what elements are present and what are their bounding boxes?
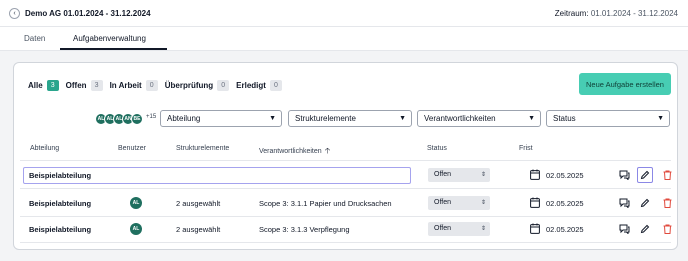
filter-count: 0 [269,80,282,91]
status-value: Offen [434,171,451,178]
abteilung-select[interactable]: Abteilung ▼ [160,110,282,127]
column-header-abteilung[interactable]: Abteilung [30,145,59,152]
filter-label: Erledigt [236,81,266,90]
filter-count: 3 [46,80,59,91]
select-label: Status [553,114,576,123]
filter-count: 3 [90,80,103,91]
chevron-down-icon: ▼ [399,115,406,122]
abteilung-cell: Beispielabteilung [29,225,92,234]
filter-offen[interactable]: Offen 3 [66,80,103,91]
verantwortlichkeiten-cell: Scope 3: 3.1.3 Verpflegung [259,225,350,234]
avatar: AL [130,223,142,235]
row-status-select[interactable]: Offen ⇕ [428,222,490,236]
table-row: Beispielabteilung AL 2 ausgewählt Scope … [20,190,671,217]
filter-ueberpruefung[interactable]: Überprüfung 0 [164,80,230,91]
chevron-left-icon: ‹ [13,10,16,17]
column-header-verantwortlichkeiten[interactable]: Verantwortlichkeiten 🡡 [259,145,330,159]
select-label: Abteilung [167,114,201,123]
due-date: 02.05.2025 [546,171,584,180]
abteilung-cell: Beispielabteilung [29,199,92,208]
delete-button[interactable] [659,167,675,183]
filter-count: 0 [145,80,158,91]
avatar-more-count: +15 [146,114,157,120]
comment-button[interactable] [616,221,632,237]
avatar: AL [130,197,142,209]
updown-icon: ⇕ [480,200,486,206]
select-label: Verantwortlichkeiten [424,114,496,123]
calendar-icon[interactable] [530,223,540,234]
column-header-benutzer[interactable]: Benutzer [118,145,146,152]
filter-label: Offen [65,81,87,90]
column-header-label: Verantwortlichkeiten [259,148,322,155]
select-label: Strukturelemente [295,114,356,123]
row-divider [20,188,671,189]
period-display: Zeitraum: 01.01.2024 - 31.12.2024 [555,9,678,18]
trash-icon [663,170,671,180]
column-header-frist[interactable]: Frist [519,145,533,152]
status-filter-bar: Alle 3 Offen 3 In Arbeit 0 Überprüfung 0… [28,80,282,91]
chevron-down-icon: ▼ [528,115,535,122]
pencil-icon [640,170,650,180]
column-header-strukturelemente[interactable]: Strukturelemente [176,145,229,152]
updown-icon: ⇕ [480,172,486,178]
calendar-icon[interactable] [530,169,540,180]
filter-label: Alle [28,81,43,90]
comment-icon [619,170,629,180]
status-select[interactable]: Status ▼ [546,110,670,127]
chevron-down-icon: ▼ [269,115,276,122]
top-bar: ‹ Demo AG 01.01.2024 - 31.12.2024 Zeitra… [0,0,688,27]
calendar-icon[interactable] [530,197,540,208]
period-value: 01.01.2024 - 31.12.2024 [590,9,678,18]
task-panel: Alle 3 Offen 3 In Arbeit 0 Überprüfung 0… [13,62,678,250]
row-status-select[interactable]: Offen ⇕ [428,196,490,210]
header-divider [20,160,671,161]
active-tab-indicator [60,48,167,50]
avatar: BE [131,113,143,125]
strukturelemente-cell[interactable]: 2 ausgewählt [176,199,220,208]
tab-bar: Daten Aufgabenverwaltung [0,27,688,51]
due-date: 02.05.2025 [546,225,584,234]
tab-daten[interactable]: Daten [24,34,45,43]
period-label: Zeitraum: [554,9,589,18]
comment-button[interactable] [616,167,632,183]
strukturelemente-select[interactable]: Strukturelemente ▼ [288,110,412,127]
back-button[interactable]: ‹ [9,8,20,19]
status-value: Offen [434,225,451,232]
column-header-status[interactable]: Status [427,145,447,152]
row-divider [20,242,671,243]
pencil-icon [640,198,650,208]
arrow-up-icon[interactable]: 🡡 [325,146,331,155]
row-status-select[interactable]: Offen ⇕ [428,168,490,182]
pencil-icon [640,224,650,234]
filter-alle[interactable]: Alle 3 [28,80,59,91]
table-row: Beispielabteilung Offen ⇕ 02.05.2025 [20,162,671,189]
due-date: 02.05.2025 [546,199,584,208]
filter-in-arbeit[interactable]: In Arbeit 0 [110,80,158,91]
tab-aufgabenverwaltung[interactable]: Aufgabenverwaltung [73,34,146,43]
trash-icon [663,198,671,208]
edit-button[interactable] [637,221,653,237]
new-task-button[interactable]: Neue Aufgabe erstellen [579,73,671,95]
delete-button[interactable] [659,195,675,211]
strukturelemente-cell[interactable]: 2 ausgewählt [176,225,220,234]
verantwortlichkeiten-cell: Scope 3: 3.1.1 Papier und Drucksachen [259,199,392,208]
verantwortlichkeiten-select[interactable]: Verantwortlichkeiten ▼ [417,110,541,127]
comment-icon [619,224,629,234]
filter-erledigt[interactable]: Erledigt 0 [236,80,282,91]
edit-button[interactable] [637,167,653,183]
chevron-down-icon: ▼ [657,115,664,122]
delete-button[interactable] [659,221,675,237]
status-value: Offen [434,199,451,206]
filter-count: 0 [217,80,230,91]
page-title: Demo AG 01.01.2024 - 31.12.2024 [25,9,151,18]
filter-label: In Arbeit [109,81,142,90]
edit-button[interactable] [637,195,653,211]
updown-icon: ⇕ [480,226,486,232]
abteilung-name-input[interactable]: Beispielabteilung [23,167,411,184]
trash-icon [663,224,671,234]
table-row: Beispielabteilung AL 2 ausgewählt Scope … [20,216,671,243]
comment-icon [619,198,629,208]
filter-label: Überprüfung [164,81,214,90]
comment-button[interactable] [616,195,632,211]
